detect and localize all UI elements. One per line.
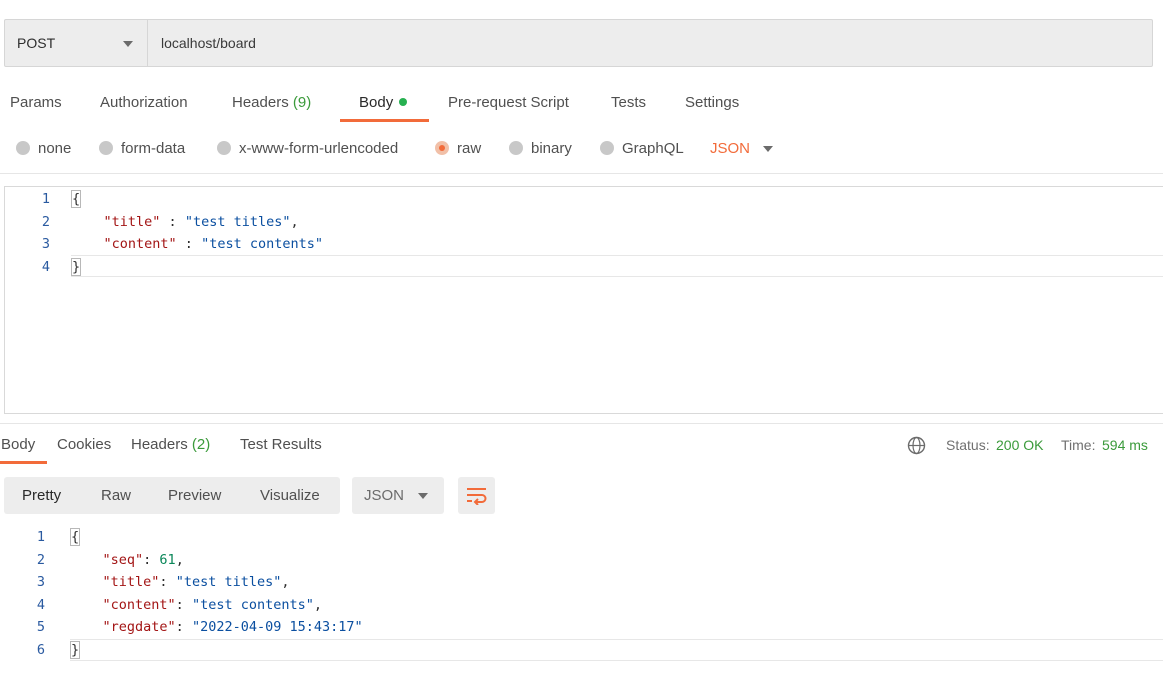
view-preview-button[interactable]: Preview	[168, 487, 221, 504]
body-format-select[interactable]: JSON	[710, 140, 750, 157]
view-mode-group: Pretty Raw Preview Visualize	[4, 477, 340, 514]
url-bar: POST localhost/board	[4, 19, 1153, 67]
response-tab-test-results[interactable]: Test Results	[240, 436, 322, 453]
response-format-label: JSON	[364, 487, 405, 504]
body-type-graphql[interactable]: GraphQL	[600, 140, 684, 157]
response-body-viewer[interactable]: 1 2 3 4 5 6 { "seq": 61, "title": "test …	[0, 526, 1163, 676]
line-number: 3	[36, 574, 45, 590]
radio-icon	[99, 141, 113, 155]
chevron-down-icon[interactable]	[763, 146, 773, 152]
response-tab-body[interactable]: Body	[1, 436, 35, 453]
request-body-editor[interactable]: 1 2 3 4 { "title" : "test titles", "cont…	[4, 186, 1163, 414]
open-brace: {	[71, 190, 82, 208]
method-select[interactable]: POST	[5, 20, 148, 66]
globe-icon[interactable]	[907, 436, 926, 455]
body-type-urlencoded-label: x-www-form-urlencoded	[239, 140, 399, 157]
line-number: 1	[41, 191, 50, 207]
radio-icon	[16, 141, 30, 155]
json-string: "test titles"	[175, 574, 282, 590]
line-number: 5	[36, 619, 45, 635]
close-brace: }	[70, 640, 81, 659]
active-tab-indicator	[0, 461, 47, 464]
line-number: 2	[41, 213, 50, 230]
response-format-select[interactable]: JSON	[352, 477, 444, 514]
json-key: "content"	[102, 596, 176, 613]
modified-dot-icon	[399, 98, 408, 106]
time-value[interactable]: 594 ms	[1102, 437, 1148, 453]
body-type-raw[interactable]: raw	[435, 140, 481, 157]
view-raw-button[interactable]: Raw	[101, 487, 131, 504]
time-label: Time:	[1061, 437, 1096, 453]
json-string: "test contents"	[201, 236, 323, 252]
response-tab-headers[interactable]: Headers (2)	[131, 436, 210, 453]
status-label: Status:	[946, 437, 990, 453]
body-type-form-data-label: form-data	[121, 140, 186, 157]
headers-count: (9)	[292, 94, 312, 111]
json-string: "2022-04-09 15:43:17"	[191, 619, 363, 635]
tab-headers[interactable]: Headers (9)	[232, 94, 311, 111]
chevron-down-icon	[123, 41, 133, 47]
radio-icon	[217, 141, 231, 155]
open-brace: {	[70, 528, 81, 546]
word-wrap-icon	[467, 488, 487, 505]
tab-body-label: Body	[359, 94, 394, 111]
body-type-graphql-label: GraphQL	[622, 140, 684, 157]
url-input[interactable]: localhost/board	[161, 35, 256, 51]
word-wrap-button[interactable]	[458, 477, 495, 514]
line-number: 2	[36, 551, 45, 568]
line-number: 4	[36, 596, 45, 613]
tab-body[interactable]: Body	[359, 94, 408, 111]
tab-tests[interactable]: Tests	[611, 94, 646, 111]
tab-params[interactable]: Params	[10, 94, 62, 111]
body-type-urlencoded[interactable]: x-www-form-urlencoded	[217, 140, 398, 157]
tab-headers-label: Headers	[232, 94, 289, 111]
tab-settings[interactable]: Settings	[685, 94, 739, 111]
view-pretty-button[interactable]: Pretty	[22, 487, 61, 504]
json-string: "test contents"	[191, 596, 314, 613]
request-code: { "title" : "test titles", "content" : "…	[71, 190, 323, 276]
radio-icon	[509, 141, 523, 155]
line-number: 1	[36, 529, 45, 545]
radio-icon	[600, 141, 614, 155]
body-type-form-data[interactable]: form-data	[99, 140, 185, 157]
json-key: "content"	[103, 236, 177, 252]
body-type-none[interactable]: none	[16, 140, 71, 157]
request-line-numbers: 1 2 3 4	[5, 188, 50, 278]
headers-count: (2)	[191, 436, 211, 453]
radio-checked-icon	[435, 141, 449, 155]
response-line-numbers: 1 2 3 4 5 6	[0, 526, 45, 661]
body-type-none-label: none	[38, 140, 72, 157]
tab-prerequest-script[interactable]: Pre-request Script	[448, 94, 569, 111]
chevron-down-icon	[418, 493, 428, 499]
line-number: 6	[36, 641, 45, 658]
body-type-binary[interactable]: binary	[509, 140, 572, 157]
line-number: 4	[41, 258, 50, 275]
json-key: "regdate"	[102, 619, 176, 635]
close-brace: }	[71, 257, 82, 276]
json-key: "seq"	[102, 551, 144, 568]
divider	[0, 423, 1163, 424]
response-tab-headers-label: Headers	[131, 436, 188, 453]
divider	[0, 173, 1163, 174]
tab-authorization[interactable]: Authorization	[100, 94, 188, 111]
body-type-binary-label: binary	[531, 140, 572, 157]
view-visualize-button[interactable]: Visualize	[260, 487, 320, 504]
json-string: "test titles"	[184, 213, 291, 230]
json-number: 61	[159, 551, 176, 568]
status-value: 200 OK	[996, 437, 1044, 453]
line-number: 3	[41, 236, 50, 252]
body-type-raw-label: raw	[457, 140, 482, 157]
json-key: "title"	[103, 213, 161, 230]
method-label: POST	[17, 35, 56, 51]
active-tab-indicator	[340, 119, 429, 122]
response-code: { "seq": 61, "title": "test titles", "co…	[70, 528, 363, 659]
response-tab-cookies[interactable]: Cookies	[57, 436, 111, 453]
json-key: "title"	[102, 574, 160, 590]
